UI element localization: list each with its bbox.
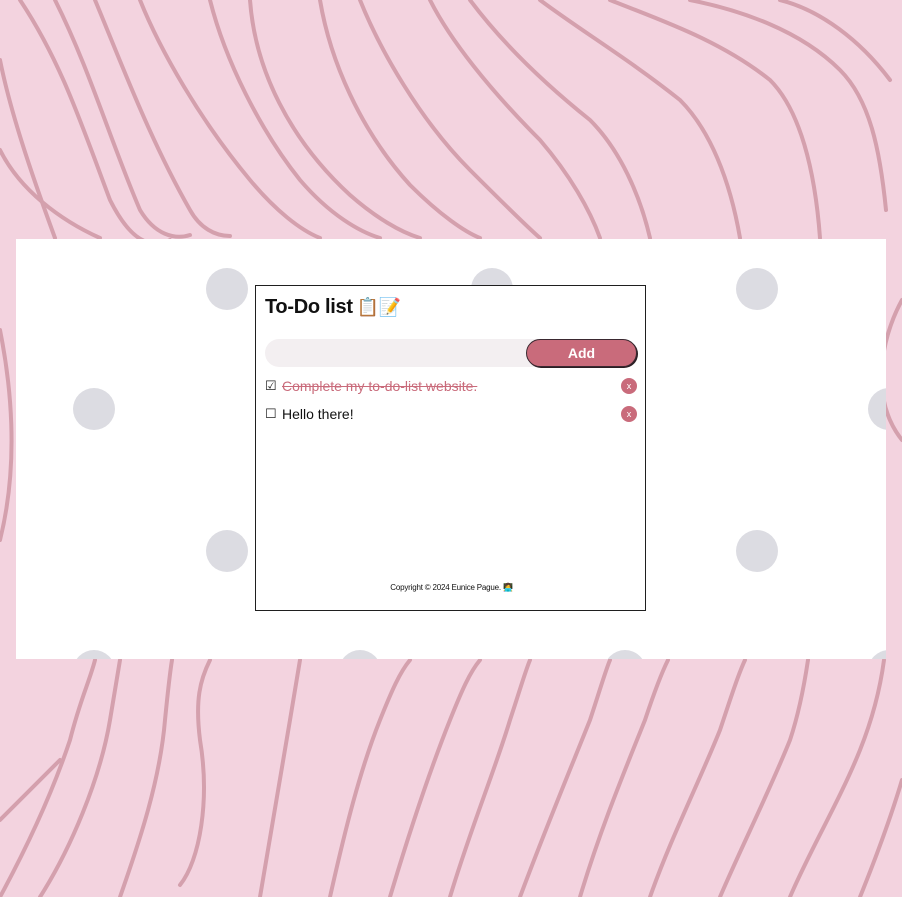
task-item: ☐ Hello there! x xyxy=(265,404,637,424)
task-item: ☑ Complete my to-do-list website. x xyxy=(265,376,637,396)
add-task-form: Add xyxy=(265,339,637,367)
todo-card: To-Do list 📋📝 Add ☑ Complete my to-do-li… xyxy=(255,285,646,611)
title-text: To-Do list xyxy=(265,296,353,318)
decorative-dot xyxy=(868,650,886,659)
decorative-dot xyxy=(736,268,778,310)
decorative-dot xyxy=(73,650,115,659)
page-title: To-Do list 📋📝 xyxy=(265,296,401,319)
delete-task-button[interactable]: x xyxy=(621,378,637,394)
clipboard-memo-icon: 📋📝 xyxy=(356,297,402,317)
task-label[interactable]: Complete my to-do-list website. xyxy=(282,378,621,394)
decorative-dot xyxy=(206,530,248,572)
decorative-dot xyxy=(73,388,115,430)
add-button[interactable]: Add xyxy=(526,339,637,367)
copyright-footer: Copyright © 2024 Eunice Pague. 👩‍💻 xyxy=(390,583,513,592)
task-label[interactable]: Hello there! xyxy=(282,406,621,422)
decorative-dot xyxy=(736,530,778,572)
delete-task-button[interactable]: x xyxy=(621,406,637,422)
decorative-dot xyxy=(604,650,646,659)
checked-checkbox-icon[interactable]: ☑ xyxy=(265,379,277,392)
decorative-dot xyxy=(339,650,381,659)
unchecked-checkbox-icon[interactable]: ☐ xyxy=(265,407,277,420)
decorative-dot xyxy=(868,388,886,430)
task-input[interactable] xyxy=(265,339,555,367)
decorative-dot xyxy=(206,268,248,310)
